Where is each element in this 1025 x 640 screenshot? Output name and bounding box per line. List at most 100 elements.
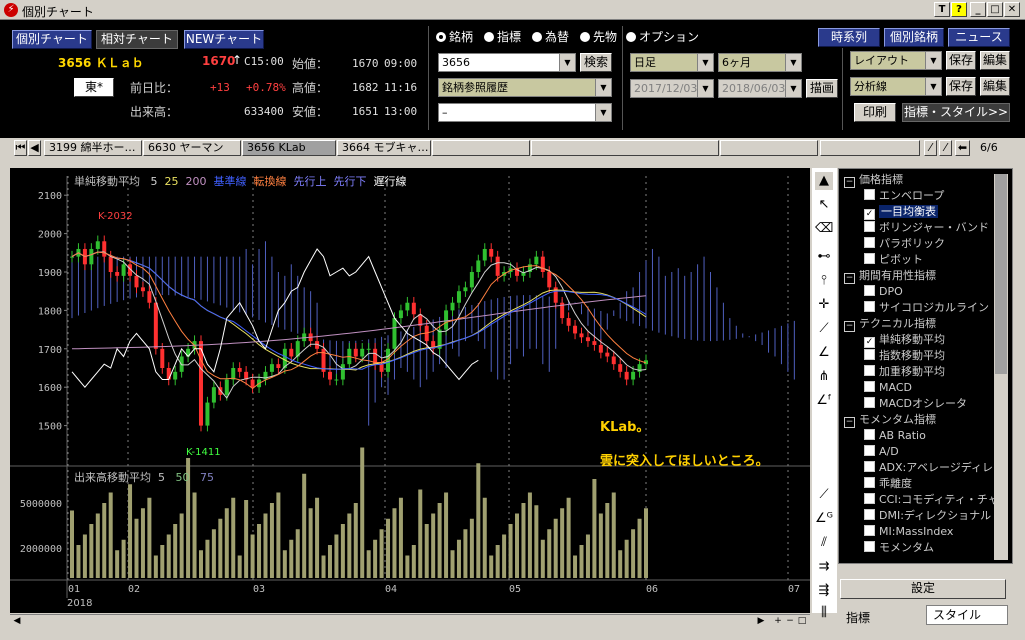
help-button[interactable]: ? <box>951 2 967 17</box>
layout-select[interactable]: レイアウト ▼ <box>850 51 942 70</box>
radio-futures[interactable]: 先物 <box>580 28 617 45</box>
indicator-group[interactable]: − 期間有用性指標 <box>844 268 936 284</box>
indicator-item[interactable]: モメンタム <box>864 540 934 556</box>
toolbar-t-button[interactable]: T <box>934 2 950 17</box>
interval-select[interactable]: 日足 ▼ <box>630 53 714 72</box>
relative-chart-button[interactable]: 相対チャート <box>96 30 178 49</box>
settings-button[interactable]: 設定 <box>840 579 1006 599</box>
checkbox[interactable] <box>864 381 875 392</box>
checkbox[interactable] <box>864 509 875 520</box>
pointer-icon[interactable]: ↖ <box>815 196 833 214</box>
tab-empty-3[interactable] <box>720 140 818 156</box>
tab-6630[interactable]: 6630 ヤーマン <box>143 140 241 156</box>
collapse-icon[interactable]: − <box>844 273 855 284</box>
fan-line-icon[interactable]: ⋔ <box>815 368 833 386</box>
zoom-out-icon[interactable]: − <box>784 616 796 628</box>
range-select[interactable]: 6ヶ月 ▼ <box>718 53 802 72</box>
checkbox[interactable] <box>864 349 875 360</box>
checkbox[interactable] <box>864 221 875 232</box>
analysis-save-button[interactable]: 保存 <box>946 77 976 96</box>
collapse-icon[interactable]: − <box>844 417 855 428</box>
chevron-down-icon[interactable]: ▼ <box>925 52 941 69</box>
chevron-down-icon[interactable]: ▼ <box>697 80 713 97</box>
indicator-item[interactable]: ADX:アベレージディレ <box>864 460 993 476</box>
checkbox[interactable] <box>864 493 875 504</box>
angle-line-icon[interactable]: ∠ <box>815 344 833 362</box>
tab-3199[interactable]: 3199 綿半ホー… <box>44 140 142 156</box>
indicator-item[interactable]: MACD <box>864 380 912 396</box>
chevron-down-icon[interactable]: ▼ <box>785 80 801 97</box>
indicator-group[interactable]: − テクニカル指標 <box>844 316 936 332</box>
tab-empty-1[interactable] <box>432 140 530 156</box>
indicator-item[interactable]: ボリンジャー・バンド <box>864 220 989 236</box>
checkbox[interactable] <box>864 525 875 536</box>
indicator-item[interactable]: 乖離度 <box>864 476 912 492</box>
new-chart-button[interactable]: NEWチャート <box>184 30 264 49</box>
chevron-down-icon[interactable]: ▼ <box>559 54 575 71</box>
chart-area[interactable]: 2100 2000 1900 1800 1700 1600 1500 5000000 20000… <box>10 168 810 613</box>
collapse-icon[interactable]: − <box>844 177 855 188</box>
indicator-item[interactable]: エンベロープ <box>864 188 944 204</box>
back-arrow-icon[interactable]: ⬅ <box>955 140 970 156</box>
cross-line-icon[interactable]: ✛ <box>815 296 833 314</box>
bars-icon[interactable]: ⫼ <box>815 604 833 622</box>
indicator-item[interactable]: MACDオシレータ <box>864 396 967 412</box>
date-from-input[interactable]: 2017/12/03 ▼ <box>630 79 714 98</box>
eraser-icon[interactable]: ⌫ <box>815 220 833 238</box>
news-button[interactable]: ニュース <box>948 28 1010 47</box>
radio-index[interactable]: 指標 <box>484 28 521 45</box>
checkbox[interactable] <box>864 429 875 440</box>
channel-icon[interactable]: ⫽ <box>815 534 833 552</box>
radio-stock[interactable]: 銘柄 <box>436 28 473 45</box>
indicator-item[interactable]: ピボット <box>864 252 923 268</box>
chevron-down-icon[interactable]: ▼ <box>595 79 611 96</box>
chevron-down-icon[interactable]: ▼ <box>925 78 941 95</box>
close-button[interactable]: ✕ <box>1004 2 1020 17</box>
analysis-select[interactable]: 分析線 ▼ <box>850 77 942 96</box>
checkbox[interactable]: ✓ <box>864 209 875 220</box>
indicator-scrollbar[interactable] <box>994 174 1008 560</box>
indicator-item[interactable]: AB Ratio <box>864 428 926 444</box>
chevron-down-icon[interactable]: ▼ <box>785 54 801 71</box>
timeseries-button[interactable]: 時系列 <box>818 28 880 47</box>
fibonacci-icon[interactable]: ∠ᶠ <box>815 392 833 410</box>
draw-button[interactable]: 描画 <box>806 79 838 98</box>
third-select[interactable]: – ▼ <box>438 103 612 122</box>
tab-3664[interactable]: 3664 モブキャ… <box>337 140 431 156</box>
maximize-button[interactable]: □ <box>987 2 1003 17</box>
radio-options[interactable]: オプション <box>626 28 699 45</box>
individual-chart-button[interactable]: 個別チャート <box>12 30 92 49</box>
trend-line-icon[interactable]: ⟋ <box>815 320 833 338</box>
zoom-reset-icon[interactable]: □ <box>796 616 808 628</box>
checkbox[interactable] <box>864 253 875 264</box>
indicator-group[interactable]: − モメンタム指標 <box>844 412 936 428</box>
indicator-item[interactable]: パラボリック <box>864 236 945 252</box>
checkbox[interactable] <box>864 445 875 456</box>
indicator-item[interactable]: 指数移動平均 <box>864 348 945 364</box>
checkbox[interactable] <box>864 477 875 488</box>
indicator-item[interactable]: 加重移動平均 <box>864 364 945 380</box>
gann-icon[interactable]: ∠ᴳ <box>815 510 833 528</box>
indicator-item[interactable]: A/D <box>864 444 899 460</box>
collapse-icon[interactable]: − <box>844 321 855 332</box>
chart-scrollbar[interactable]: ◀ ▶ + − □ <box>10 614 810 628</box>
scroll-left-icon[interactable]: ◀ <box>10 616 24 628</box>
minimize-button[interactable]: _ <box>970 2 986 17</box>
date-to-input[interactable]: 2018/06/03 ▼ <box>718 79 802 98</box>
indicator-item[interactable]: ✓ 単純移動平均 <box>864 332 945 348</box>
prev-tab-icon[interactable]: ◀ <box>28 140 41 156</box>
indicator-item[interactable]: サイコロジカルライン <box>864 300 989 316</box>
stock-code-input[interactable]: 3656 ▼ <box>438 53 576 72</box>
zoom-in-icon[interactable]: + <box>772 616 784 628</box>
checkbox[interactable] <box>864 461 875 472</box>
parallel-icon[interactable]: ⇉ <box>815 558 833 576</box>
horizontal-line-icon[interactable]: ⊷ <box>815 248 833 266</box>
search-button[interactable]: 検索 <box>580 53 612 72</box>
indicator-item[interactable]: ✓ 一目均衡表 <box>864 204 938 220</box>
analysis-edit-button[interactable]: 編集 <box>980 77 1010 96</box>
layout-save-button[interactable]: 保存 <box>946 51 976 70</box>
indicator-item[interactable]: DPO <box>864 284 903 300</box>
style-tab[interactable]: スタイル <box>926 605 1008 625</box>
indicator-item[interactable]: DMI:ディレクショナル <box>864 508 991 524</box>
price-chart[interactable]: 2100 2000 1900 1800 1700 1600 1500 5000000 20000… <box>10 168 810 613</box>
